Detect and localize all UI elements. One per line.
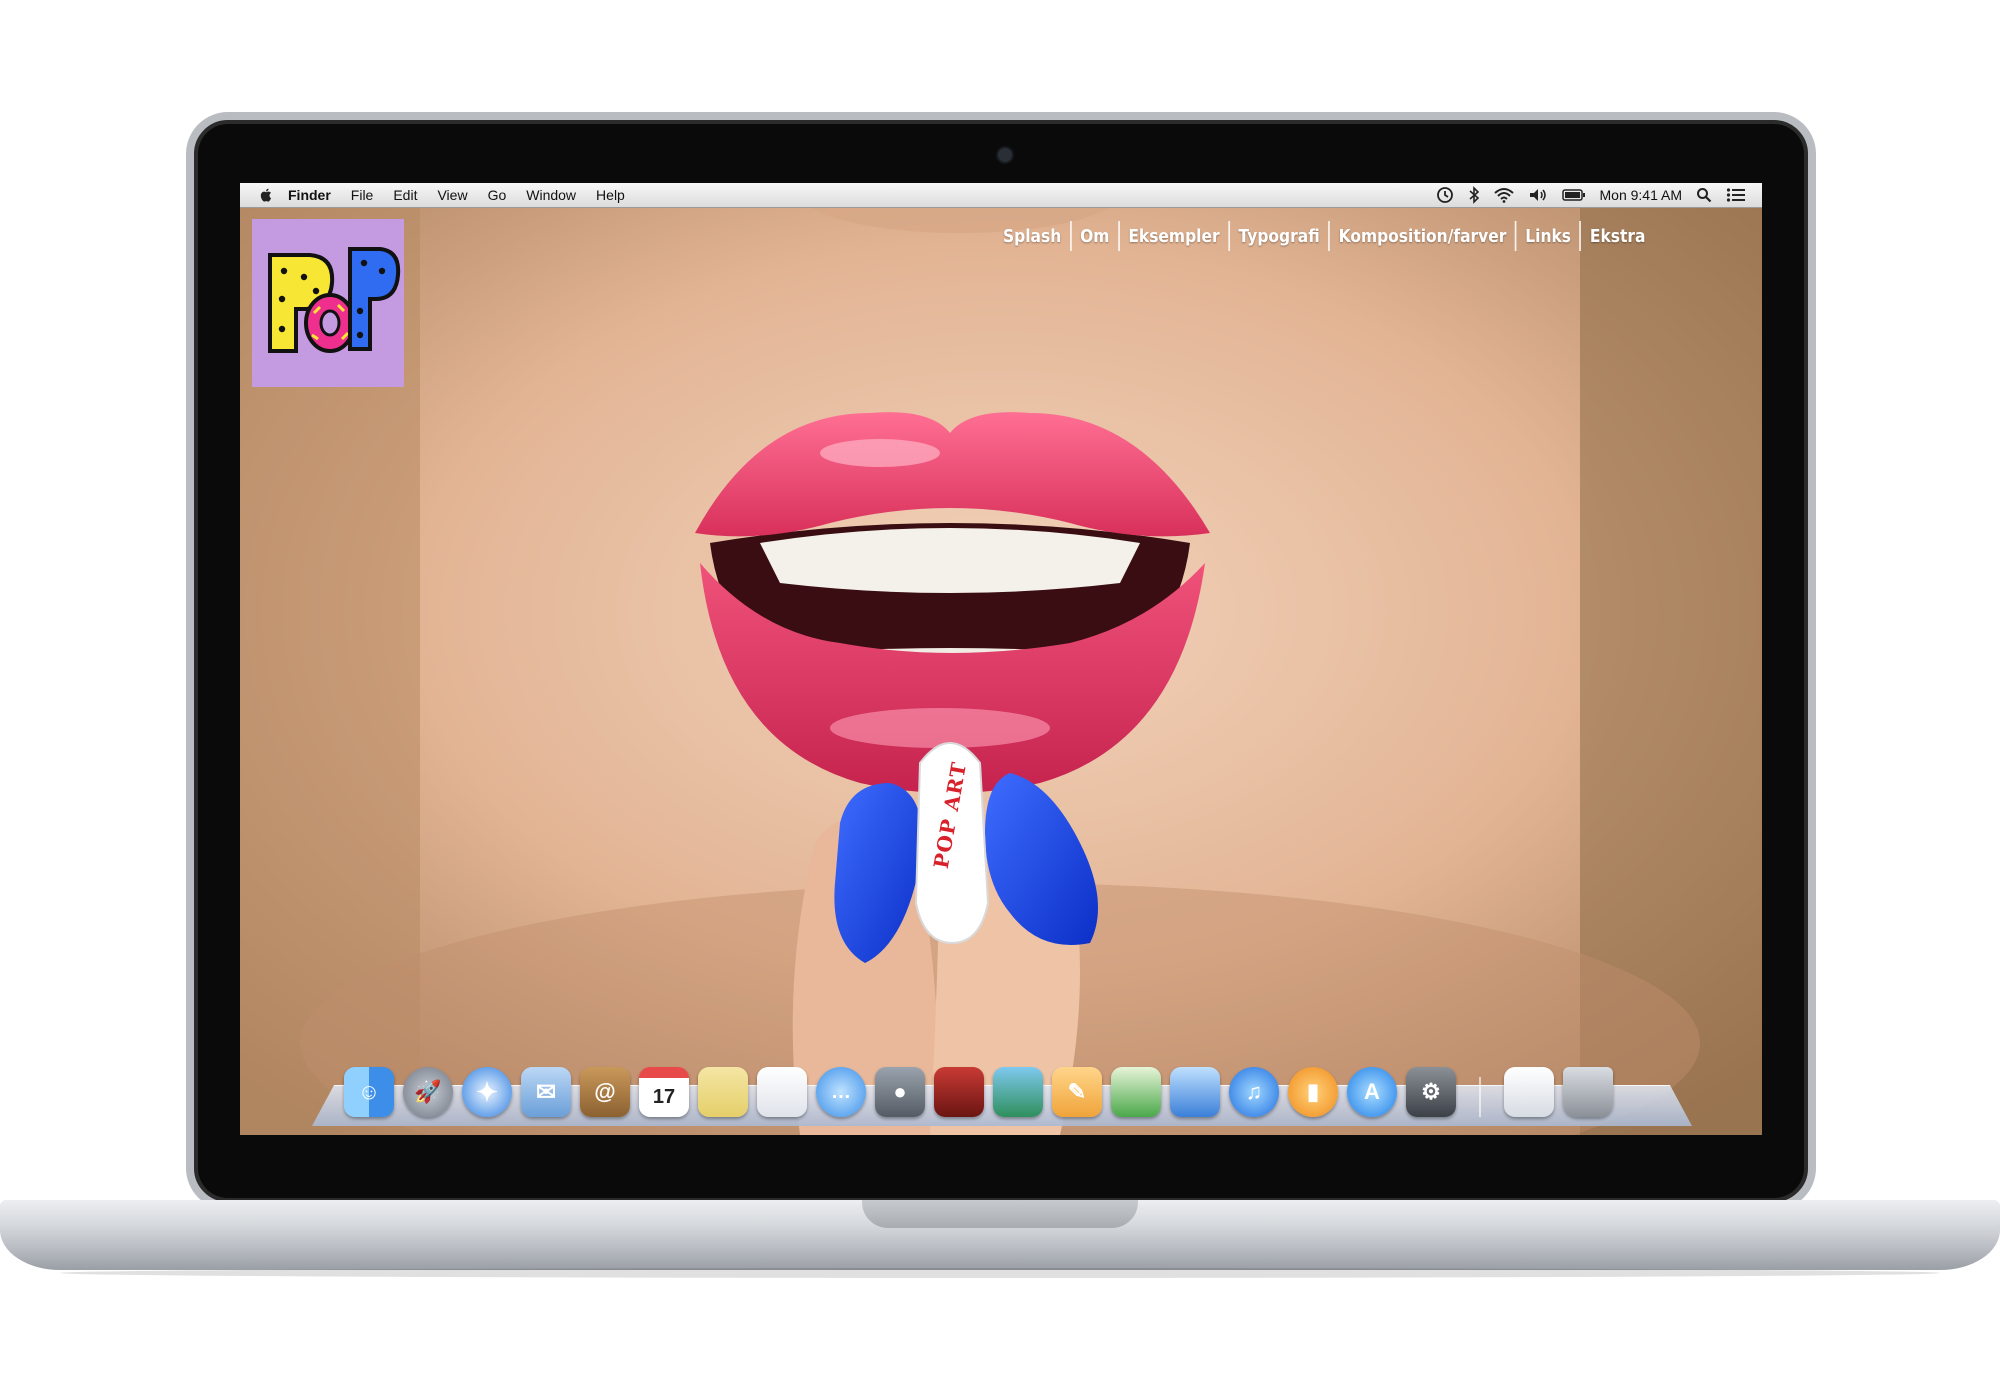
calendar-date: 17 <box>652 1085 676 1108</box>
pop-art-wallpaper <box>240 183 1762 1135</box>
messages-icon[interactable]: … <box>816 1067 866 1117</box>
wifi-icon[interactable] <box>1493 187 1514 203</box>
mail-icon[interactable]: ✉ <box>521 1067 571 1117</box>
nav-komposition-farver[interactable]: Komposition/farver <box>1330 226 1515 247</box>
keynote-icon[interactable] <box>1170 1067 1220 1117</box>
site-navigation: Splash Om Eksempler Typografi Kompositio… <box>994 221 1654 251</box>
volume-icon[interactable] <box>1528 187 1548 203</box>
spotlight-search-icon[interactable] <box>1696 187 1712 203</box>
menu-bar: Finder File Edit View Go Window Help Mon… <box>240 183 1762 208</box>
calendar-icon[interactable]: 17 <box>639 1067 689 1117</box>
nav-om[interactable]: Om <box>1071 226 1117 247</box>
itunes-icon[interactable]: ♫ <box>1229 1067 1279 1117</box>
numbers-icon[interactable] <box>1111 1067 1161 1117</box>
desktop-screen: POP ART Finder File Edit View Go Window … <box>240 183 1762 1135</box>
nav-splash[interactable]: Splash <box>994 226 1069 247</box>
bluetooth-icon[interactable] <box>1468 186 1480 204</box>
reminders-icon[interactable] <box>757 1067 807 1117</box>
dock-separator <box>1479 1077 1481 1117</box>
menu-file[interactable]: File <box>341 187 384 203</box>
pop-logo[interactable] <box>252 219 404 387</box>
safari-icon[interactable]: ✦ <box>462 1067 512 1117</box>
iphoto-icon[interactable] <box>993 1067 1043 1117</box>
pop-logo-image <box>268 247 401 353</box>
notes-icon[interactable] <box>698 1067 748 1117</box>
photo-booth-icon[interactable] <box>934 1067 984 1117</box>
trash-icon[interactable] <box>1563 1067 1613 1117</box>
nav-eksempler[interactable]: Eksempler <box>1120 226 1228 247</box>
facetime-icon[interactable]: ● <box>875 1067 925 1117</box>
camera-icon <box>996 146 1014 164</box>
launchpad-icon[interactable]: 🚀 <box>403 1067 453 1117</box>
dock: ☺ 🚀 ✦ ✉ @ 17 … ● ✎ ♫ ▮ A ⚙ <box>344 1061 1664 1117</box>
app-store-icon[interactable]: A <box>1347 1067 1397 1117</box>
nav-typografi[interactable]: Typografi <box>1230 226 1328 247</box>
laptop-notch <box>862 1200 1138 1228</box>
menu-go[interactable]: Go <box>478 187 517 203</box>
menu-finder[interactable]: Finder <box>278 187 341 203</box>
menu-edit[interactable]: Edit <box>383 187 427 203</box>
contacts-icon[interactable]: @ <box>580 1067 630 1117</box>
status-area: Mon 9:41 AM <box>1436 183 1747 207</box>
menu-view[interactable]: View <box>427 187 477 203</box>
finder-icon[interactable]: ☺ <box>344 1067 394 1117</box>
pages-icon[interactable]: ✎ <box>1052 1067 1102 1117</box>
apple-icon[interactable] <box>258 187 272 203</box>
laptop-shadow <box>60 1268 1940 1278</box>
time-machine-icon[interactable] <box>1436 186 1454 204</box>
nav-ekstra[interactable]: Ekstra <box>1581 226 1654 247</box>
menu-window[interactable]: Window <box>516 187 586 203</box>
battery-icon[interactable] <box>1561 188 1586 202</box>
menu-help[interactable]: Help <box>586 187 635 203</box>
system-preferences-icon[interactable]: ⚙ <box>1406 1067 1456 1117</box>
documents-icon[interactable] <box>1504 1067 1554 1117</box>
nav-links[interactable]: Links <box>1517 226 1580 247</box>
menu-clock[interactable]: Mon 9:41 AM <box>1600 187 1683 203</box>
ibooks-icon[interactable]: ▮ <box>1288 1067 1338 1117</box>
notification-center-icon[interactable] <box>1726 187 1746 203</box>
